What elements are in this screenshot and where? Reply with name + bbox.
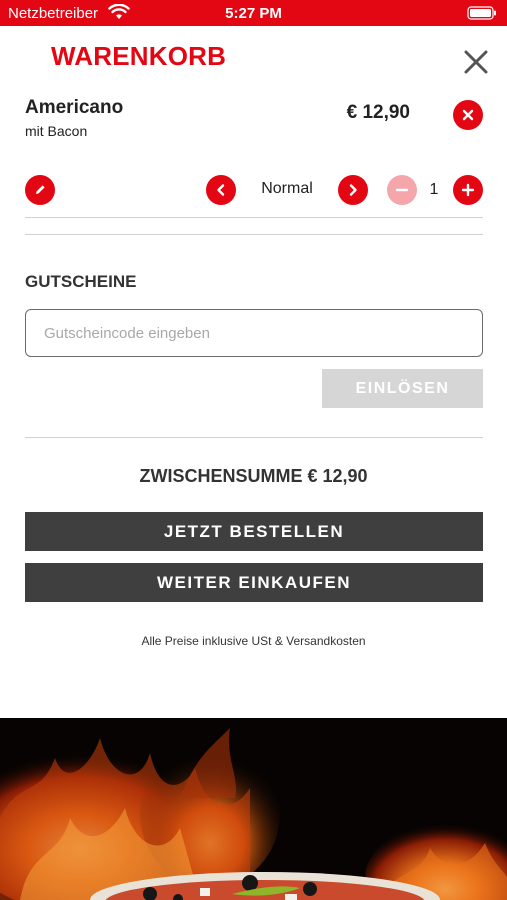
size-value: Normal [261, 180, 313, 197]
item-extras: mit Bacon [25, 123, 88, 139]
continue-shopping-button[interactable]: WEITER EINKAUFEN [25, 563, 483, 602]
edit-item-button[interactable] [25, 175, 55, 205]
divider [25, 234, 483, 235]
order-now-button[interactable]: JETZT BESTELLEN [25, 512, 483, 551]
legal-note: Alle Preise inklusive USt & Versandkoste… [141, 634, 366, 648]
size-next-button[interactable] [338, 175, 368, 205]
status-bar: Netzbetreiber 5:27 PM [0, 0, 507, 26]
item-name: Americano [25, 97, 124, 118]
size-prev-button[interactable] [206, 175, 236, 205]
subtotal-label: ZWISCHENSUMME € 12,90 [139, 466, 368, 486]
chevron-left-icon [217, 184, 225, 196]
close-icon[interactable] [461, 47, 491, 77]
chevron-right-icon [349, 184, 357, 196]
qty-plus-button[interactable] [453, 175, 483, 205]
voucher-code-input[interactable] [25, 309, 483, 357]
page-title: WARENKORB [51, 41, 227, 71]
pencil-icon [36, 185, 45, 194]
plus-icon [461, 183, 475, 197]
remove-circle-x-icon [462, 109, 474, 121]
remove-item-button[interactable] [453, 100, 483, 130]
divider [25, 217, 483, 218]
battery-icon [467, 6, 497, 20]
voucher-section-title: GUTSCHEINE [25, 272, 137, 291]
qty-minus-button[interactable] [387, 175, 417, 205]
minus-icon [395, 188, 409, 192]
qty-value: 1 [429, 181, 439, 198]
hero-image [0, 718, 507, 900]
item-price: € 12,90 [346, 102, 410, 123]
clock-label: 5:27 PM [225, 5, 282, 22]
divider [25, 437, 483, 438]
redeem-button[interactable]: EINLÖSEN [322, 369, 483, 408]
